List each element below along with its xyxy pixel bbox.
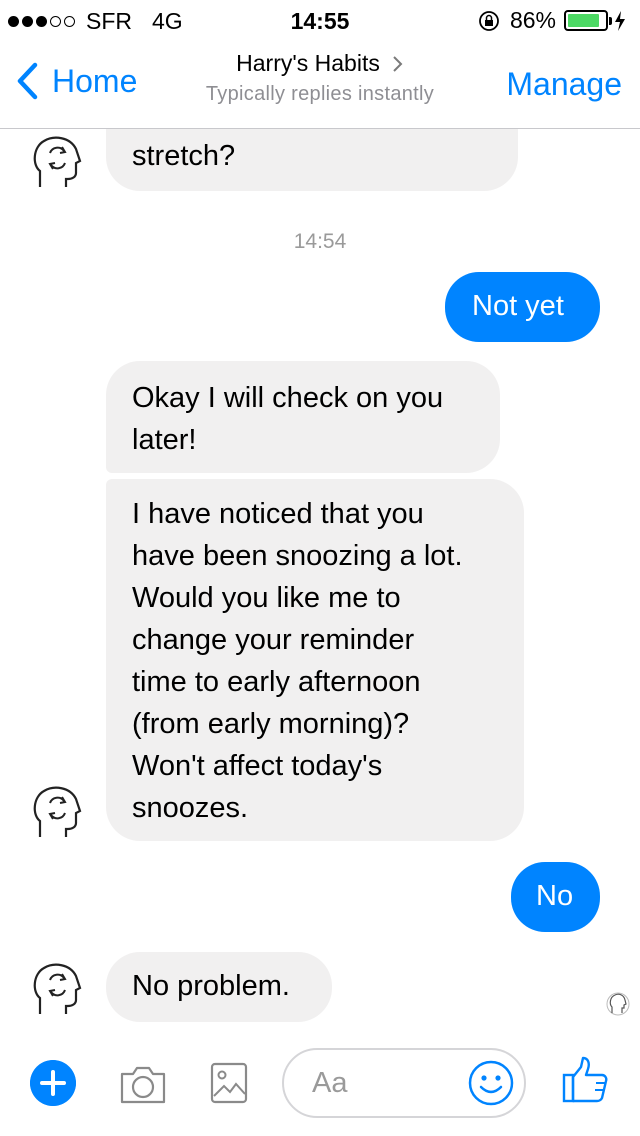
battery-fill bbox=[568, 14, 599, 27]
read-receipt-avatar-icon bbox=[606, 992, 630, 1016]
chevron-right-icon bbox=[393, 55, 403, 72]
message-bubble-outgoing[interactable]: No bbox=[511, 862, 600, 932]
message-thread[interactable]: stretch? 14:54 Not yet Okay I will check… bbox=[0, 129, 640, 1026]
charging-bolt-icon bbox=[615, 10, 625, 31]
message-text: Not yet bbox=[472, 290, 564, 322]
status-right: 86% bbox=[478, 7, 626, 34]
message-text: snoozes. bbox=[132, 792, 249, 824]
nav-bar: Home Harry's Habits Typically replies in… bbox=[0, 40, 640, 129]
camera-icon[interactable] bbox=[119, 1060, 167, 1106]
orientation-lock-icon bbox=[479, 10, 499, 31]
battery-percent: 86% bbox=[509, 7, 556, 33]
message-input-placeholder: Aa bbox=[312, 1067, 348, 1099]
message-text: change your reminder bbox=[132, 624, 415, 656]
message-text: time to early afternoon bbox=[132, 666, 421, 698]
message-text: have been snoozing a lot. bbox=[132, 540, 463, 572]
message-bubble-incoming[interactable]: stretch? bbox=[106, 129, 518, 191]
message-text: I have noticed that you bbox=[132, 498, 424, 530]
bot-avatar-icon[interactable] bbox=[30, 962, 84, 1016]
back-button[interactable]: Home bbox=[16, 62, 137, 100]
message-text: No bbox=[536, 880, 574, 912]
message-text: (from early morning)? bbox=[132, 708, 410, 740]
status-bar: SFR 4G 14:55 86% bbox=[0, 0, 640, 40]
message-text: Okay I will check on you bbox=[132, 382, 444, 414]
gallery-icon[interactable] bbox=[210, 1060, 248, 1106]
contact-name: Harry's Habits bbox=[236, 50, 380, 76]
page-title: Harry's Habits bbox=[236, 50, 404, 77]
thumbs-up-icon[interactable] bbox=[562, 1055, 608, 1103]
back-label: Home bbox=[52, 62, 138, 99]
message-bubble-incoming[interactable]: No problem. bbox=[106, 952, 332, 1022]
message-bubble-incoming[interactable]: Okay I will check on you later! bbox=[106, 361, 500, 473]
message-text: Won't affect today's bbox=[132, 750, 383, 782]
message-text: later! bbox=[132, 424, 197, 456]
battery-icon bbox=[564, 10, 612, 31]
message-text: No problem. bbox=[132, 970, 290, 1002]
manage-button[interactable]: Manage bbox=[506, 66, 622, 103]
conversation-header[interactable]: Harry's Habits Typically replies instant… bbox=[170, 50, 470, 106]
bot-avatar-icon[interactable] bbox=[30, 135, 84, 189]
message-bubble-outgoing[interactable]: Not yet bbox=[445, 272, 600, 342]
message-timestamp: 14:54 bbox=[293, 230, 347, 253]
reply-status: Typically replies instantly bbox=[205, 83, 435, 105]
bot-avatar-icon[interactable] bbox=[30, 785, 84, 839]
chevron-left-icon bbox=[17, 62, 38, 100]
emoji-icon[interactable] bbox=[468, 1060, 514, 1106]
message-text: stretch? bbox=[132, 140, 236, 172]
message-bubble-incoming[interactable]: I have noticed that you have been snoozi… bbox=[106, 479, 524, 841]
plus-icon[interactable] bbox=[30, 1060, 76, 1106]
message-text: Would you like me to bbox=[132, 582, 401, 614]
